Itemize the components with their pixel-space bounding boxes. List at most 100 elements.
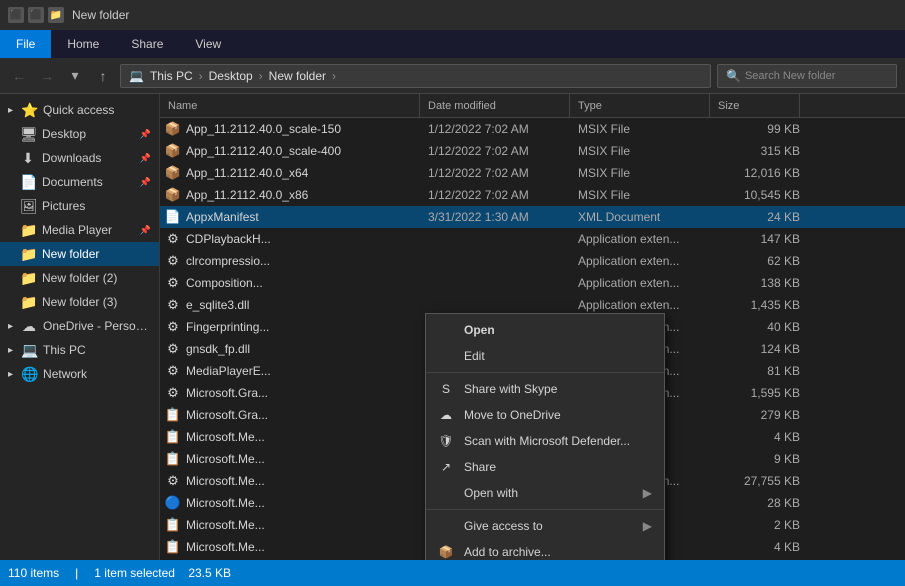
file-size: 81 KB <box>718 364 808 378</box>
file-name: App_11.2112.40.0_x64 <box>186 166 428 180</box>
table-row[interactable]: ⚙CDPlaybackH...Application exten...147 K… <box>160 228 905 250</box>
file-type-icon: ⚙ <box>164 274 182 292</box>
file-name: Microsoft.Gra... <box>186 386 428 400</box>
folder-icon: 📁 <box>20 222 36 239</box>
col-header-name[interactable]: Name <box>160 94 420 117</box>
sidebar-item-onedrive[interactable]: ▸☁OneDrive - Personal <box>0 314 159 338</box>
file-list: 📦App_11.2112.40.0_scale-1501/12/2022 7:0… <box>160 118 905 560</box>
recent-button[interactable]: ▾ <box>64 65 86 87</box>
sidebar-item-this-pc[interactable]: ▸💻This PC <box>0 338 159 362</box>
tab-share[interactable]: Share <box>115 30 179 58</box>
sidebar-item-label: OneDrive - Personal <box>43 319 151 333</box>
context-menu-item[interactable]: Give access to▶ <box>426 513 664 539</box>
file-type-icon: 📋 <box>164 516 182 534</box>
file-type-icon: 📋 <box>164 406 182 424</box>
file-size: 138 KB <box>718 276 808 290</box>
table-row[interactable]: 📄AppxManifest3/31/2022 1:30 AMXML Docume… <box>160 206 905 228</box>
ctx-item-label: Share with Skype <box>464 382 652 396</box>
context-menu-item[interactable]: S Share with Skype <box>426 376 664 402</box>
file-size: 24 KB <box>718 210 808 224</box>
ctx-item-label: Move to OneDrive <box>464 408 652 422</box>
table-row[interactable]: 📦App_11.2112.40.0_scale-4001/12/2022 7:0… <box>160 140 905 162</box>
file-size: 147 KB <box>718 232 808 246</box>
col-header-size[interactable]: Size <box>710 94 800 117</box>
file-type-icon: 📦 <box>164 120 182 138</box>
context-menu-item[interactable]: Open with▶ <box>426 480 664 506</box>
file-size: 4 KB <box>718 430 808 444</box>
sidebar-item-downloads[interactable]: ⬇Downloads📌 <box>0 146 159 170</box>
sidebar-item-new-folder-3[interactable]: 📁 New folder (3) <box>0 290 159 314</box>
sidebar-item-new-folder[interactable]: 📁New folder <box>0 242 159 266</box>
address-path[interactable]: 💻 This PC › Desktop › New folder › <box>120 64 711 88</box>
file-type-icon: ⚙ <box>164 362 182 380</box>
sidebar-item-label: New folder (2) <box>42 271 151 285</box>
context-menu-item[interactable]: 📦 Add to archive... <box>426 539 664 560</box>
col-header-date[interactable]: Date modified <box>420 94 570 117</box>
context-menu-item[interactable]: Edit <box>426 343 664 369</box>
sidebar-item-label: Desktop <box>42 127 134 141</box>
search-icon: 🔍 <box>726 69 741 83</box>
file-size: 315 KB <box>718 144 808 158</box>
file-type-icon: 📋 <box>164 450 182 468</box>
content-area: ▸⭐Quick access🖥Desktop📌⬇Downloads📌📄Docum… <box>0 94 905 560</box>
status-sep: | <box>75 566 78 580</box>
file-name: Microsoft.Me... <box>186 540 428 554</box>
file-name: CDPlaybackH... <box>186 232 428 246</box>
context-menu-item[interactable]: Open <box>426 317 664 343</box>
sidebar-item-desktop[interactable]: 🖥Desktop📌 <box>0 122 159 146</box>
sidebar-item-label: New folder (3) <box>42 295 151 309</box>
file-type-icon: 📦 <box>164 164 182 182</box>
address-bar: ← → ▾ ↑ 💻 This PC › Desktop › New folder… <box>0 58 905 94</box>
tab-home[interactable]: Home <box>51 30 115 58</box>
context-menu-item[interactable]: 🛡Scan with Microsoft Defender... <box>426 428 664 454</box>
table-row[interactable]: 📦App_11.2112.40.0_scale-1501/12/2022 7:0… <box>160 118 905 140</box>
file-type-icon: ⚙ <box>164 472 182 490</box>
file-area: Name Date modified Type Size 📦App_11.211… <box>160 94 905 560</box>
col-header-type[interactable]: Type <box>570 94 710 117</box>
ctx-item-icon: ☁ <box>438 408 454 422</box>
ctx-item-icon: S <box>438 382 454 396</box>
sidebar-item-new-folder-2[interactable]: 📁New folder (2) <box>0 266 159 290</box>
folder-icon: 📁 <box>20 294 36 311</box>
tab-view[interactable]: View <box>179 30 237 58</box>
submenu-arrow-icon: ▶ <box>643 519 652 533</box>
table-row[interactable]: 📦App_11.2112.40.0_x641/12/2022 7:02 AMMS… <box>160 162 905 184</box>
context-menu-divider <box>426 509 664 510</box>
up-button[interactable]: ↑ <box>92 65 114 87</box>
table-row[interactable]: ⚙clrcompressio...Application exten...62 … <box>160 250 905 272</box>
context-menu-item[interactable]: ☁ Move to OneDrive <box>426 402 664 428</box>
file-type-icon: 📋 <box>164 538 182 556</box>
file-name: Fingerprinting... <box>186 320 428 334</box>
file-name: Microsoft.Me... <box>186 430 428 444</box>
sidebar-item-documents[interactable]: 📄Documents📌 <box>0 170 159 194</box>
file-date: 1/12/2022 7:02 AM <box>428 188 578 202</box>
pin-icon: 📌 <box>140 153 151 164</box>
search-box[interactable]: 🔍 Search New folder <box>717 64 897 88</box>
file-type-icon: ⚙ <box>164 296 182 314</box>
file-name: AppxManifest <box>186 210 428 224</box>
file-size: 9 KB <box>718 452 808 466</box>
table-row[interactable]: ⚙Composition...Application exten...138 K… <box>160 272 905 294</box>
ctx-item-label: Add to archive... <box>464 545 652 559</box>
tb-icon-2: ⬛ <box>28 7 44 23</box>
back-button[interactable]: ← <box>8 65 30 87</box>
forward-button[interactable]: → <box>36 65 58 87</box>
file-name: MediaPlayerE... <box>186 364 428 378</box>
ctx-item-icon: ↗ <box>438 460 454 474</box>
sidebar-item-quick-access[interactable]: ▸⭐Quick access <box>0 98 159 122</box>
ctx-item-icon: 📦 <box>438 545 454 559</box>
ribbon: File Home Share View <box>0 30 905 58</box>
context-menu-item[interactable]: ↗Share <box>426 454 664 480</box>
sidebar-item-label: Media Player <box>42 223 134 237</box>
file-type-icon: 📄 <box>164 208 182 226</box>
file-type-icon: 📦 <box>164 186 182 204</box>
column-headers: Name Date modified Type Size <box>160 94 905 118</box>
table-row[interactable]: 📦App_11.2112.40.0_x861/12/2022 7:02 AMMS… <box>160 184 905 206</box>
tab-file[interactable]: File <box>0 30 51 58</box>
file-name: App_11.2112.40.0_x86 <box>186 188 428 202</box>
ctx-item-icon: 🛡 <box>438 434 454 448</box>
sidebar-item-pictures[interactable]: 🖼Pictures <box>0 194 159 218</box>
sidebar-item-network[interactable]: ▸🌐Network <box>0 362 159 386</box>
sidebar-item-media-player[interactable]: 📁Media Player📌 <box>0 218 159 242</box>
file-type: Application exten... <box>578 298 718 312</box>
